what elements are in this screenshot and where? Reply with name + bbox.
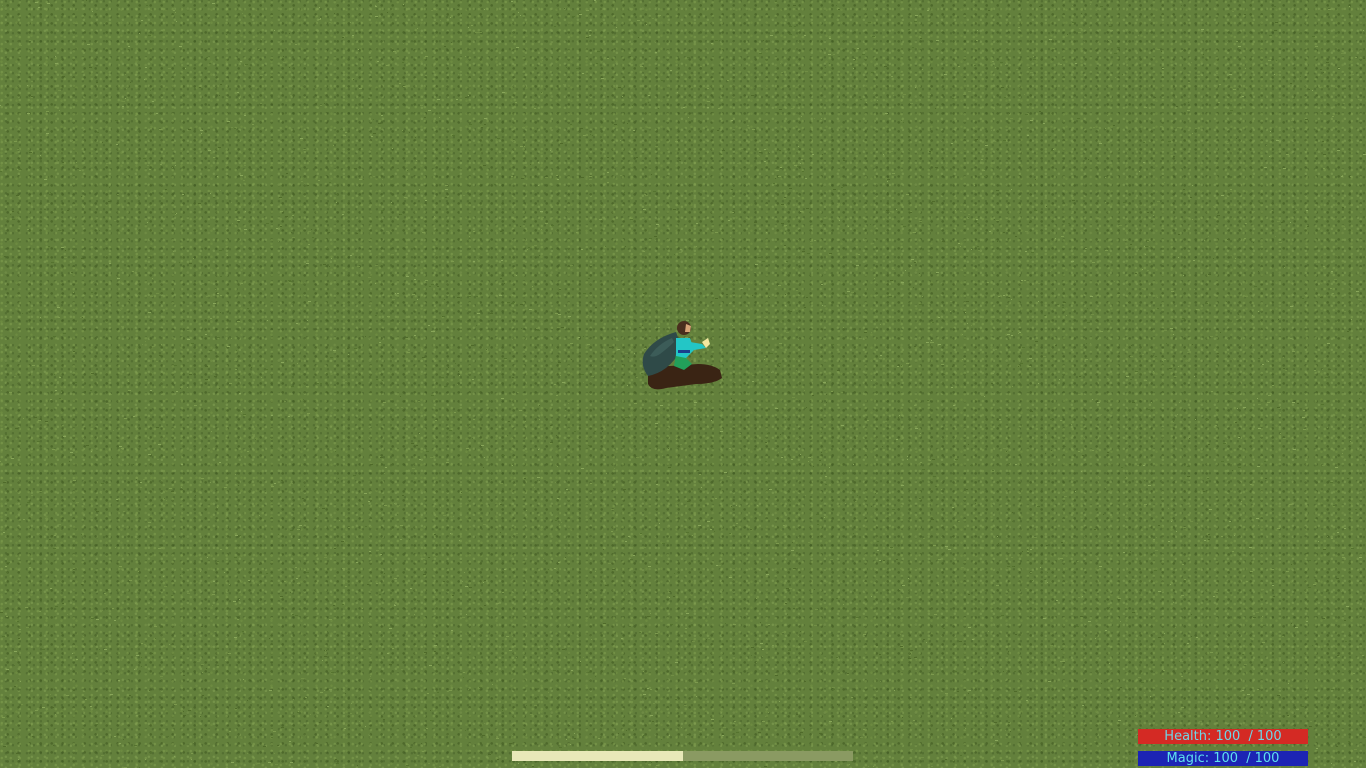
magic-separator: / xyxy=(1246,751,1251,766)
magic-bar: Magic: 100 /100 xyxy=(1138,751,1308,766)
cast-progress-bar xyxy=(512,751,853,761)
player-character[interactable] xyxy=(636,314,732,398)
player-belt xyxy=(678,350,690,353)
health-bar: Health: 100 /100 xyxy=(1138,729,1308,744)
health-current: 100 xyxy=(1215,729,1241,744)
health-label: Health: xyxy=(1164,729,1212,744)
magic-current: 100 xyxy=(1213,751,1239,766)
health-max: 100 xyxy=(1256,729,1282,744)
game-viewport[interactable]: Health: 100 /100 Magic: 100 /100 xyxy=(0,0,1366,768)
health-separator: / xyxy=(1248,729,1253,744)
cast-progress-fill xyxy=(512,751,683,761)
player-tunic xyxy=(676,338,694,358)
magic-label: Magic: xyxy=(1166,751,1210,766)
magic-max: 100 xyxy=(1254,751,1280,766)
